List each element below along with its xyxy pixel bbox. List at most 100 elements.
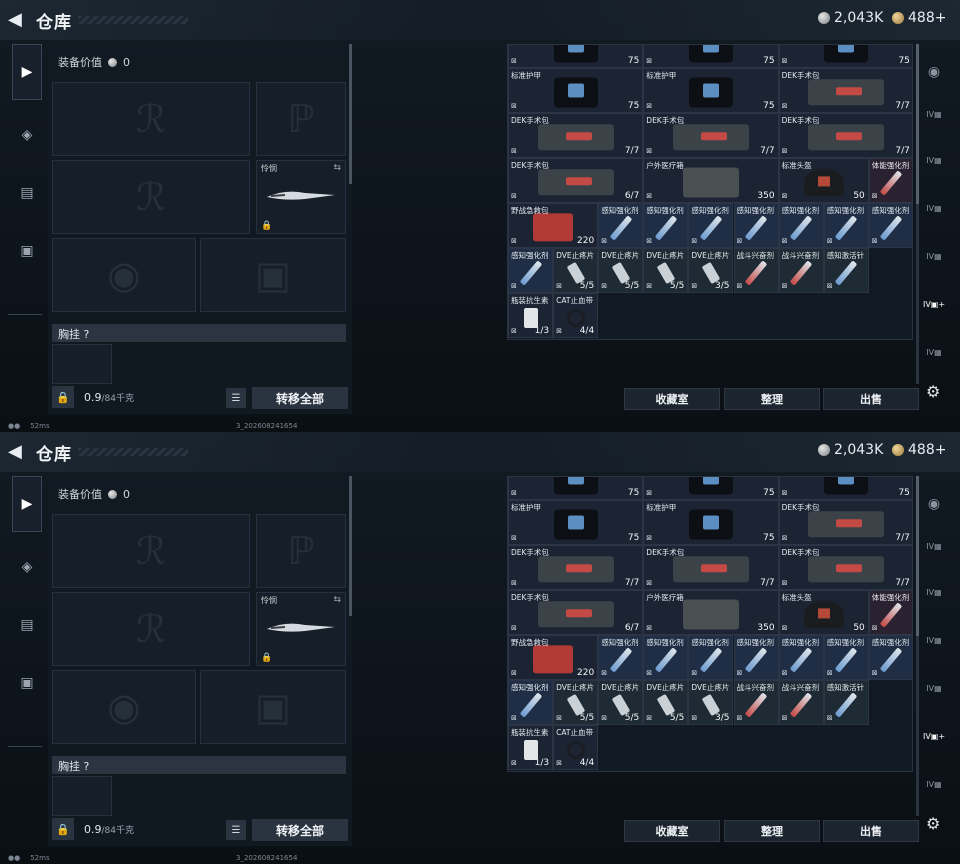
container-2-icon[interactable]: IV▦ [922, 156, 946, 174]
favorites-button[interactable]: 收藏室 [624, 388, 720, 410]
stash-item[interactable]: 感知强化剂 ⊠ [598, 635, 644, 680]
sell-button[interactable]: 出售 [823, 820, 919, 842]
stash-item[interactable]: DEK手术包 ⊠ 7/7 [643, 545, 779, 590]
chest-rig-slot[interactable] [52, 776, 112, 816]
gold-currency[interactable]: 488+ [892, 10, 946, 26]
gear-icon[interactable]: ⚙ [926, 382, 940, 401]
stash-item[interactable]: 感知强化剂 ⊠ [508, 680, 554, 725]
weapon-tab-icon[interactable]: ▶ [12, 44, 42, 100]
weapon-tab-icon[interactable]: ▶ [12, 476, 42, 532]
stash-item[interactable]: DEK手术包 ⊠ 7/7 [508, 113, 644, 158]
help-icon[interactable]: ? [84, 760, 90, 773]
stash-item[interactable]: 感知激活针 ⊠ [823, 680, 869, 725]
stash-item[interactable]: DEK手术包 ⊠ 6/7 [508, 590, 644, 635]
stash-item[interactable]: 感知强化剂 ⊠ [778, 203, 824, 248]
stash-item[interactable]: 战斗兴奋剂 ⊠ [733, 680, 779, 725]
container-3-icon[interactable]: IV▦ [922, 636, 946, 654]
melee-slot[interactable]: 怜悯 ⇆ 🔒 [256, 592, 346, 666]
container-4-icon[interactable]: IV▦ [922, 684, 946, 702]
stash-item[interactable]: DVE止疼片 ⊠ 3/5 [688, 680, 734, 725]
secondary-weapon-slot[interactable]: ℛ [52, 592, 250, 666]
add-container-icon[interactable]: IV▣+ [922, 300, 946, 318]
helmet-slot[interactable]: ◉ [52, 670, 196, 744]
favorites-button[interactable]: 收藏室 [624, 820, 720, 842]
transfer-all-button[interactable]: 转移全部 [252, 819, 348, 841]
stash-item[interactable]: DVE止疼片 ⊠ 5/5 [643, 680, 689, 725]
chest-rig-slot[interactable] [52, 344, 112, 384]
body-armor-slot[interactable]: ▣ [200, 238, 346, 312]
primary-weapon-slot[interactable]: ℛ [52, 82, 250, 156]
melee-slot[interactable]: 怜悯 ⇆ 🔒 [256, 160, 346, 234]
sort-button[interactable]: 整理 [724, 388, 820, 410]
stash-item[interactable]: DEK手术包 ⊠ 6/7 [508, 158, 644, 203]
armor-tab-icon[interactable]: ◈ [12, 120, 42, 150]
stash-item[interactable]: 户外医疗箱 ⊠ 350 [643, 590, 779, 635]
gear-icon[interactable]: ⚙ [926, 814, 940, 833]
stash-item[interactable]: 标准护甲 ⊠ 75 [508, 500, 644, 545]
stash-item[interactable]: DVE止疼片 ⊠ 5/5 [643, 248, 689, 293]
body-armor-slot[interactable]: ▣ [200, 670, 346, 744]
sort-button[interactable]: 整理 [724, 820, 820, 842]
container-1-icon[interactable]: IV▦ [922, 542, 946, 560]
stash-item[interactable]: ⊠ 75 [508, 477, 644, 500]
toolbox-tab-icon[interactable]: ▣ [12, 668, 42, 698]
stash-item[interactable]: ⊠ 75 [778, 477, 912, 500]
transfer-all-button[interactable]: 转移全部 [252, 387, 348, 409]
pistol-slot[interactable]: ℙ [256, 82, 346, 156]
stash-item[interactable]: 战斗兴奋剂 ⊠ [778, 680, 824, 725]
container-5-icon[interactable]: IV▦ [922, 348, 946, 366]
list-icon[interactable]: ☰ [226, 388, 246, 408]
stash-item[interactable]: 感知强化剂 ⊠ [688, 203, 734, 248]
sell-button[interactable]: 出售 [823, 388, 919, 410]
stash-item[interactable]: 感知强化剂 ⊠ [643, 203, 689, 248]
stash-item[interactable]: 标准头盔 ⊠ 50 [778, 158, 869, 203]
stash-item[interactable]: 户外医疗箱 ⊠ 350 [643, 158, 779, 203]
clipboard-tab-icon[interactable]: ▤ [12, 610, 42, 640]
swap-icon[interactable]: ⇆ [333, 163, 341, 173]
stash-item[interactable]: 瓶装抗生素 ⊠ 1/3 [508, 725, 554, 770]
stash-item[interactable]: DVE止疼片 ⊠ 3/5 [688, 248, 734, 293]
stash-item[interactable]: DEK手术包 ⊠ 7/7 [508, 545, 644, 590]
stash-item[interactable]: 感知强化剂 ⊠ [643, 635, 689, 680]
stash-item[interactable]: CAT止血带 ⊠ 4/4 [553, 293, 599, 338]
stash-item[interactable]: 感知强化剂 ⊠ [868, 203, 912, 248]
stash-item[interactable]: 野战急救包 ⊠ 220 [508, 635, 599, 680]
stash-item[interactable]: CAT止血带 ⊠ 4/4 [553, 725, 599, 770]
loadout-scrollbar[interactable] [349, 476, 352, 616]
container-1-icon[interactable]: IV▦ [922, 110, 946, 128]
stash-item[interactable]: 感知强化剂 ⊠ [823, 203, 869, 248]
armor-tab-icon[interactable]: ◈ [12, 552, 42, 582]
stash-item[interactable]: 感知激活针 ⊠ [823, 248, 869, 293]
toolbox-tab-icon[interactable]: ▣ [12, 236, 42, 266]
gold-currency[interactable]: 488+ [892, 442, 946, 458]
stash-item[interactable]: DEK手术包 ⊠ 7/7 [778, 500, 912, 545]
stash-item[interactable]: 感知强化剂 ⊠ [598, 203, 644, 248]
stash-item[interactable]: 标准护甲 ⊠ 75 [643, 500, 779, 545]
loadout-scrollbar[interactable] [349, 44, 352, 184]
stash-item[interactable]: ⊠ 75 [643, 477, 779, 500]
stash-item[interactable]: 战斗兴奋剂 ⊠ [778, 248, 824, 293]
container-3-icon[interactable]: IV▦ [922, 204, 946, 222]
stash-item[interactable]: DVE止疼片 ⊠ 5/5 [598, 680, 644, 725]
stash-item[interactable]: 感知强化剂 ⊠ [733, 203, 779, 248]
stash-home-icon[interactable]: ◉ [922, 64, 946, 82]
secondary-weapon-slot[interactable]: ℛ [52, 160, 250, 234]
swap-icon[interactable]: ⇆ [333, 595, 341, 605]
add-container-icon[interactable]: IV▣+ [922, 732, 946, 750]
stash-item[interactable]: 感知强化剂 ⊠ [733, 635, 779, 680]
stash-item[interactable]: 标准护甲 ⊠ 75 [643, 68, 779, 113]
stash-item[interactable]: 战斗兴奋剂 ⊠ [733, 248, 779, 293]
stash-item[interactable]: DEK手术包 ⊠ 7/7 [643, 113, 779, 158]
container-2-icon[interactable]: IV▦ [922, 588, 946, 606]
stash-item[interactable]: 标准头盔 ⊠ 50 [778, 590, 869, 635]
list-icon[interactable]: ☰ [226, 820, 246, 840]
stash-item[interactable]: 瓶装抗生素 ⊠ 1/3 [508, 293, 554, 338]
back-arrow-icon[interactable]: ◀ [8, 442, 28, 462]
stash-item[interactable]: 感知强化剂 ⊠ [778, 635, 824, 680]
lock-button[interactable]: 🔒 [52, 818, 74, 840]
stash-item[interactable]: DVE止疼片 ⊠ 5/5 [553, 680, 599, 725]
stash-item[interactable]: DVE止疼片 ⊠ 5/5 [553, 248, 599, 293]
back-arrow-icon[interactable]: ◀ [8, 10, 28, 30]
stash-item[interactable]: 体能强化剂 ⊠ [868, 590, 912, 635]
stash-item[interactable]: ⊠ 75 [778, 45, 912, 68]
